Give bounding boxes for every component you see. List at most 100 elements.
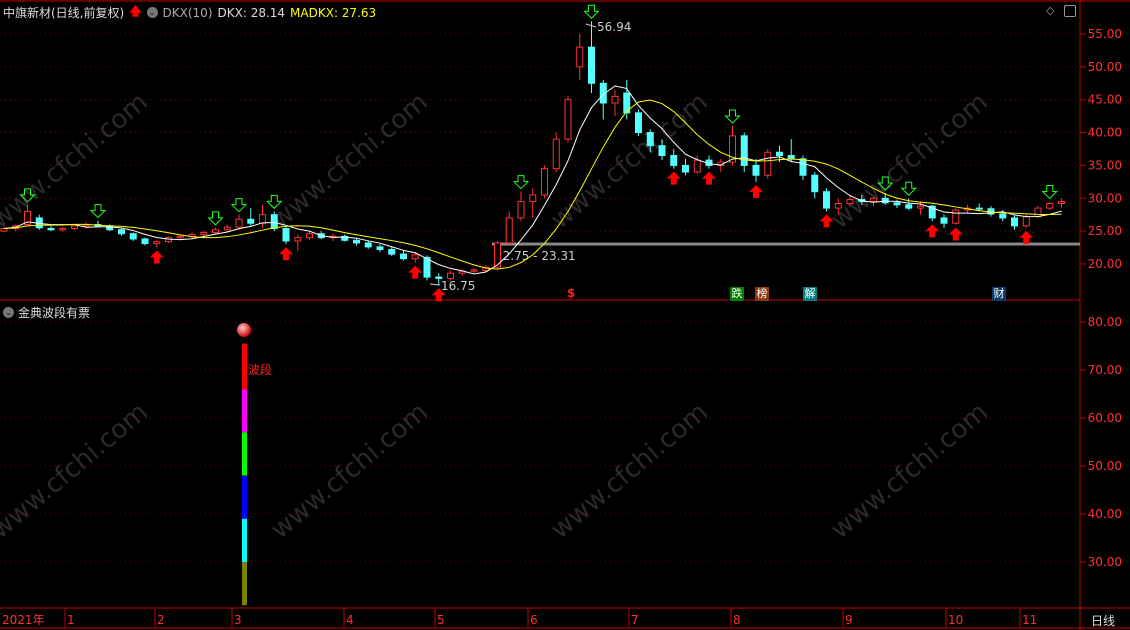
candle-up xyxy=(846,199,854,205)
madkx-value: MADKX: 27.63 xyxy=(290,5,377,20)
sell-arrow-icon xyxy=(583,4,600,19)
candle-down xyxy=(118,229,125,235)
support-level-line xyxy=(492,242,1080,246)
price-tick-label: 40.00 xyxy=(1088,126,1122,140)
candle-up xyxy=(470,269,478,272)
candle-down xyxy=(282,227,290,242)
sell-arrow-icon xyxy=(207,211,224,226)
candle-up xyxy=(1058,201,1065,205)
candle-up xyxy=(294,237,302,242)
signal-ball-icon xyxy=(237,323,251,337)
watermark: www.cfchi.com xyxy=(0,397,154,545)
candle-down xyxy=(787,155,795,160)
sell-arrow-icon xyxy=(89,204,107,219)
candle-down xyxy=(823,191,830,209)
candle-down xyxy=(247,218,255,224)
stock-chart: www.cfchi.com www.cfchi.com www.cfchi.com w… xyxy=(0,0,1130,630)
price-tick-label: 50.00 xyxy=(1088,60,1122,74)
up-arrow-icon: 🡅 xyxy=(129,4,142,18)
buy-arrow-icon xyxy=(279,247,293,261)
candle-down xyxy=(646,132,654,147)
candle-up xyxy=(834,203,842,209)
candle-down xyxy=(400,253,407,260)
price-tick-label: 30.00 xyxy=(1088,191,1122,205)
candle-down xyxy=(635,112,642,134)
candle-down xyxy=(799,158,807,176)
candle-up xyxy=(0,227,8,232)
month-label: 9 xyxy=(845,613,853,627)
candle-up xyxy=(764,151,772,176)
candle-up xyxy=(541,168,548,196)
candle-down xyxy=(1011,217,1018,227)
candle-down xyxy=(940,217,948,224)
wave-bar-segment xyxy=(242,343,247,390)
month-label: 2021年 xyxy=(2,613,45,627)
candle-down xyxy=(270,214,278,229)
indicator-name[interactable]: DKX(10) xyxy=(163,6,213,20)
candle-down xyxy=(811,174,819,193)
candle-up xyxy=(552,138,560,170)
candle-down xyxy=(682,164,689,173)
candle-up xyxy=(411,254,419,260)
wave-bar-segment xyxy=(242,518,247,562)
wave-bar-segment xyxy=(242,389,247,433)
sell-arrow-icon xyxy=(1041,185,1058,200)
candle-up xyxy=(611,95,619,104)
buy-arrow-icon xyxy=(149,250,164,264)
month-label: 11 xyxy=(1022,613,1037,627)
buy-arrow-icon xyxy=(1019,230,1034,244)
candle-up xyxy=(153,241,161,245)
candle-up xyxy=(1022,216,1030,227)
candle-up xyxy=(576,46,584,68)
candle-down xyxy=(588,46,595,84)
main-chart-header: 中旗新材(日线,前复权) 🡅 ⌄ DKX(10) DKX: 28.14 MADK… xyxy=(3,2,376,23)
candle-up xyxy=(1034,207,1042,218)
candle-down xyxy=(364,242,372,248)
diamond-icon[interactable]: ◇ xyxy=(1046,4,1054,17)
candle-down xyxy=(905,204,913,209)
candle-up xyxy=(1046,203,1054,209)
badge-jie[interactable]: 解 xyxy=(803,287,817,301)
month-label: 3 xyxy=(234,613,242,627)
sell-arrow-icon xyxy=(724,109,741,124)
low-price-label: 16.75 xyxy=(441,279,475,293)
buy-arrow-icon xyxy=(702,171,716,185)
candle-down xyxy=(776,151,783,157)
panel-toggle-icon[interactable] xyxy=(1064,5,1076,17)
month-label: 6 xyxy=(530,613,538,627)
price-tick-label: 45.00 xyxy=(1088,93,1122,107)
indicator-tick-label: 80.00 xyxy=(1088,315,1122,329)
month-label: 8 xyxy=(733,613,741,627)
indicator-tick-label: 30.00 xyxy=(1088,555,1122,569)
candle-down xyxy=(881,197,889,204)
period-label[interactable]: 日线 xyxy=(1091,612,1115,629)
candle-down xyxy=(975,207,983,210)
candle-up xyxy=(59,227,67,231)
month-label: 4 xyxy=(346,613,354,627)
candle-down xyxy=(141,238,149,245)
candle-up xyxy=(517,201,525,219)
watermark: www.cfchi.com xyxy=(545,397,714,545)
candle-up xyxy=(200,231,208,235)
candle-up xyxy=(306,233,313,239)
candle-down xyxy=(670,155,678,166)
indicator-dropdown-icon[interactable]: ⌄ xyxy=(146,7,158,18)
candle-up xyxy=(917,205,924,209)
badge-die[interactable]: 跌 xyxy=(730,287,744,301)
badge-bang[interactable]: 榜 xyxy=(755,287,769,301)
dollar-marker[interactable]: $ xyxy=(567,286,575,300)
price-tick-label: 35.00 xyxy=(1088,158,1122,172)
indicator-tick-label: 60.00 xyxy=(1088,411,1122,425)
sell-arrow-icon xyxy=(230,198,248,213)
month-label: 7 xyxy=(631,613,639,627)
watermark: www.cfchi.com xyxy=(265,397,434,545)
indicator-tick-label: 40.00 xyxy=(1088,507,1122,521)
watermark: www.cfchi.com xyxy=(825,397,994,545)
wave-label: 波段 xyxy=(248,363,273,377)
candle-up xyxy=(235,218,243,228)
buy-arrow-icon xyxy=(948,227,963,241)
month-label: 2 xyxy=(157,613,165,627)
panel-dropdown-icon[interactable]: ⌄ xyxy=(3,307,14,318)
candle-down xyxy=(47,227,55,231)
badge-cai[interactable]: 财 xyxy=(992,287,1006,301)
